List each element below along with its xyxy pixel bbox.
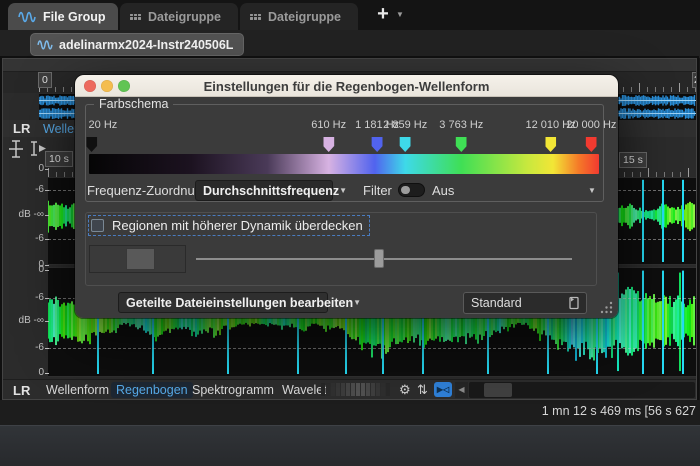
waveform-icon bbox=[18, 11, 36, 23]
overview-ruler-start-label: 0 bbox=[38, 72, 52, 88]
mini-slider-knob[interactable] bbox=[126, 248, 155, 270]
freq-marker-label: 20 Hz bbox=[88, 119, 118, 131]
tab-file-group[interactable]: File Group bbox=[8, 3, 118, 30]
overlay-checkbox-row[interactable]: Regionen mit höherer Dynamik überdecken bbox=[88, 215, 370, 236]
chevron-down-icon: ▼ bbox=[339, 186, 348, 195]
file-chip-row: adelinarmx2024-Instr240506L bbox=[0, 30, 700, 58]
slider-thumb[interactable] bbox=[374, 249, 385, 268]
view-tab-regenbogen[interactable]: Regenbogen bbox=[111, 382, 193, 398]
status-bar: 1 mn 12 s 469 ms [56 s 627 bbox=[0, 400, 700, 425]
db-label: dB -∞ bbox=[3, 209, 49, 220]
db-label: -6 bbox=[3, 342, 49, 353]
preset-document-icon[interactable] bbox=[567, 296, 582, 311]
frequency-gradient-bar bbox=[89, 154, 599, 174]
transport-bar: « ◀ ▶ ◀◀ ▶▶ ■ ▶ ● 00 h 00 mn bbox=[0, 425, 700, 466]
freq-marker-label: 20 000 Hz bbox=[566, 119, 617, 131]
freq-marker-pin[interactable] bbox=[545, 137, 557, 152]
tab-bar: File Group Dateigruppe Dateigruppe + ▼ bbox=[0, 0, 700, 30]
view-tab-spektrogramm[interactable]: Spektrogramm bbox=[187, 382, 279, 398]
overlay-checkbox-label: Regionen mit höherer Dynamik überdecken bbox=[112, 218, 363, 233]
frequency-mapping-label: Frequenz-Zuordnung bbox=[87, 183, 210, 198]
freq-marker-pin[interactable] bbox=[371, 137, 383, 152]
tab-dateigruppe-1[interactable]: Dateigruppe bbox=[120, 3, 238, 30]
file-chip[interactable]: adelinarmx2024-Instr240506L bbox=[30, 33, 245, 56]
filter-state-label: Aus bbox=[432, 183, 455, 198]
app-window: File Group Dateigruppe Dateigruppe + ▼ a… bbox=[0, 0, 700, 466]
freq-marker-pin[interactable] bbox=[86, 137, 98, 152]
tab-label: Dateigruppe bbox=[148, 9, 221, 24]
frequency-markers: 20 Hz 610 Hz 1 181 Hz 2 859 Hz 3 763 Hz … bbox=[86, 105, 616, 153]
gear-icon[interactable]: ⚙ bbox=[399, 382, 411, 398]
db-label: 0 bbox=[3, 367, 49, 378]
file-group-icon bbox=[130, 13, 141, 20]
dialog-title-bar[interactable]: Einstellungen für die Regenbogen-Wellenf… bbox=[75, 75, 618, 97]
scrollbar-thumb[interactable] bbox=[484, 383, 512, 397]
resize-grip[interactable] bbox=[600, 301, 613, 314]
file-name: adelinarmx2024-Instr240506L bbox=[59, 37, 234, 52]
ibeam-tool-icon[interactable] bbox=[7, 138, 27, 160]
filter-label: Filter bbox=[363, 183, 392, 198]
overview-ruler-end-label: 2 bbox=[692, 72, 696, 88]
freq-marker-label: 2 859 Hz bbox=[383, 119, 428, 131]
tab-dateigruppe-2[interactable]: Dateigruppe bbox=[240, 3, 358, 30]
freq-marker-pin[interactable] bbox=[323, 137, 335, 152]
dynamics-slider[interactable] bbox=[196, 249, 572, 268]
freq-marker-pin[interactable] bbox=[585, 137, 597, 152]
selection-status-text: 1 mn 12 s 469 ms [56 s 627 bbox=[541, 404, 696, 418]
db-label: 0 bbox=[3, 163, 49, 174]
file-group-icon bbox=[250, 13, 261, 20]
db-label: -6 bbox=[3, 233, 49, 244]
shared-settings-dropdown[interactable]: Geteilte Dateieinstellungen bearbeiten ▼ bbox=[118, 292, 361, 313]
dialog-title: Einstellungen für die Regenbogen-Wellenf… bbox=[203, 79, 490, 94]
dropdown-value: Durchschnittsfrequenz bbox=[203, 183, 340, 198]
db-label: -6 bbox=[3, 184, 49, 195]
filter-dropdown-caret-icon[interactable]: ▼ bbox=[588, 186, 596, 195]
filter-toggle[interactable] bbox=[398, 183, 425, 197]
freq-marker-pin[interactable] bbox=[455, 137, 467, 152]
db-label: dB -∞ bbox=[3, 315, 49, 326]
channel-lr-label: LR bbox=[13, 383, 31, 398]
gridline-minus6 bbox=[48, 348, 696, 349]
preset-field[interactable]: Standard bbox=[463, 292, 587, 314]
freq-marker-label: 610 Hz bbox=[311, 119, 347, 131]
db-label: 0 bbox=[3, 264, 49, 275]
toggle-knob bbox=[401, 186, 410, 194]
contrast-mini-slider[interactable] bbox=[89, 245, 186, 273]
tab-label: File Group bbox=[43, 9, 106, 24]
frequency-mapping-dropdown[interactable]: Durchschnittsfrequenz ▼ bbox=[195, 180, 347, 201]
chevron-down-icon: ▼ bbox=[353, 298, 362, 307]
swap-channels-icon[interactable]: ⇅ bbox=[417, 382, 428, 398]
ruler-label-left: 10 s bbox=[45, 151, 73, 167]
settings-dialog: Einstellungen für die Regenbogen-Wellenf… bbox=[75, 75, 618, 318]
view-tab-bar: LR Wellenform Regenbogen Spektrogramm Wa… bbox=[3, 379, 696, 399]
horizontal-scrollbar[interactable] bbox=[469, 382, 695, 398]
ruler-label-right: 15 s bbox=[619, 152, 647, 168]
freq-marker-pin[interactable] bbox=[399, 137, 411, 152]
scroll-left-button[interactable]: ◀ bbox=[455, 382, 468, 398]
dropdown-value: Geteilte Dateieinstellungen bearbeiten bbox=[126, 295, 354, 310]
new-tab-button[interactable]: + bbox=[372, 2, 394, 28]
dialog-body: Farbschema 20 Hz 610 Hz 1 181 Hz 2 859 H… bbox=[75, 97, 618, 318]
freq-marker-label: 3 763 Hz bbox=[439, 119, 484, 131]
waveform-icon bbox=[37, 40, 53, 50]
view-tab-wellenform[interactable]: Wellenform bbox=[41, 382, 114, 398]
tab-label: Dateigruppe bbox=[268, 9, 341, 24]
preset-value: Standard bbox=[471, 296, 522, 310]
db-label: -6 bbox=[3, 292, 49, 303]
zoom-bars-widget[interactable] bbox=[321, 383, 390, 396]
new-tab-caret-icon[interactable]: ▼ bbox=[396, 10, 404, 19]
overlay-checkbox[interactable] bbox=[91, 219, 104, 232]
dynamics-group: Regionen mit höherer Dynamik überdecken bbox=[85, 212, 597, 286]
editor-toolbar-strip bbox=[3, 59, 696, 72]
monitor-button[interactable]: ▶◁ bbox=[434, 382, 452, 397]
channel-lr-label: LR bbox=[13, 121, 31, 136]
